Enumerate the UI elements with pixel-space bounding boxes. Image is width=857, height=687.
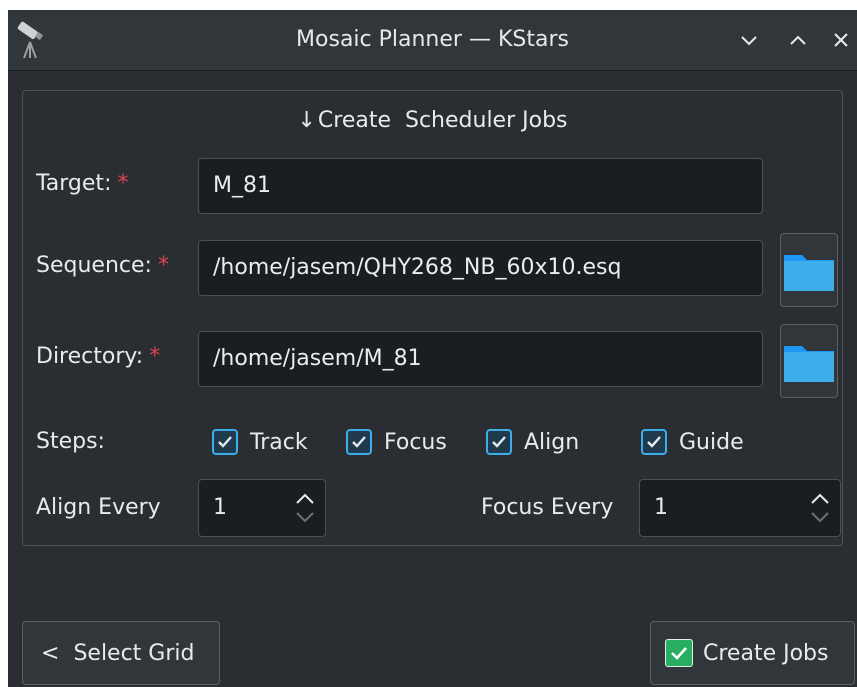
- step-guide-checkbox[interactable]: Guide: [641, 427, 744, 457]
- create-jobs-check-icon: [665, 639, 693, 667]
- checkmark-icon: [647, 436, 661, 448]
- checkmark-icon: [218, 436, 232, 448]
- close-icon: [834, 33, 848, 47]
- focus-every-spinbox[interactable]: 1: [639, 479, 841, 537]
- title-bar[interactable]: Mosaic Planner — KStars: [8, 10, 857, 71]
- step-track-checkbox[interactable]: Track: [212, 427, 308, 457]
- select-grid-button[interactable]: < Select Grid: [22, 621, 220, 685]
- target-label: Target: *: [36, 171, 128, 196]
- browse-directory-button[interactable]: [780, 324, 838, 398]
- window-title: Mosaic Planner — KStars: [296, 27, 569, 52]
- required-marker: *: [149, 344, 161, 369]
- sequence-label-text: Sequence:: [36, 253, 152, 278]
- checkbox-box[interactable]: [212, 429, 238, 455]
- step-track-label: Track: [250, 429, 308, 455]
- maximize-button[interactable]: [783, 25, 813, 55]
- scheduler-jobs-group: ↓Create Scheduler Jobs Target: * M_81 Seq…: [22, 90, 843, 546]
- arrow-down-icon: ↓: [297, 108, 316, 133]
- spin-arrows-icon[interactable]: [293, 488, 317, 528]
- chevron-left-icon: <: [41, 640, 60, 666]
- step-focus-label: Focus: [384, 429, 447, 455]
- close-button[interactable]: [828, 25, 854, 55]
- create-jobs-button[interactable]: Create Jobs: [650, 621, 855, 685]
- folder-icon: [784, 346, 834, 382]
- checkmark-icon: [352, 436, 366, 448]
- chevron-down-icon: [741, 36, 757, 46]
- browse-sequence-button[interactable]: [780, 233, 838, 307]
- sequence-field[interactable]: /home/jasem/QHY268_NB_60x10.esq: [198, 240, 763, 296]
- target-field[interactable]: M_81: [198, 158, 763, 214]
- focus-every-value: 1: [654, 495, 668, 520]
- align-every-value: 1: [213, 495, 227, 520]
- required-marker: *: [157, 253, 169, 278]
- checkbox-box[interactable]: [486, 429, 512, 455]
- directory-label: Directory: *: [36, 344, 160, 369]
- section-heading-text: Create Scheduler Jobs: [317, 108, 568, 133]
- mosaic-planner-window: Mosaic Planner — KStars ↓Create Schedule…: [8, 10, 857, 687]
- directory-field[interactable]: /home/jasem/M_81: [198, 331, 763, 387]
- select-grid-label: Select Grid: [73, 640, 195, 666]
- step-align-checkbox[interactable]: Align: [486, 427, 579, 457]
- steps-label: Steps:: [36, 429, 105, 454]
- folder-icon: [784, 255, 834, 291]
- align-every-spinbox[interactable]: 1: [198, 479, 326, 537]
- section-heading: ↓Create Scheduler Jobs: [23, 101, 842, 141]
- step-guide-label: Guide: [679, 429, 744, 455]
- sequence-label: Sequence: *: [36, 253, 169, 278]
- spin-arrows-icon[interactable]: [808, 488, 832, 528]
- align-every-label: Align Every: [36, 495, 161, 520]
- checkbox-box[interactable]: [346, 429, 372, 455]
- focus-every-label: Focus Every: [481, 495, 614, 520]
- minimize-button[interactable]: [734, 25, 764, 55]
- checkbox-box[interactable]: [641, 429, 667, 455]
- create-jobs-label: Create Jobs: [703, 640, 829, 666]
- target-label-text: Target:: [36, 171, 112, 196]
- required-marker: *: [117, 171, 129, 196]
- checkmark-icon: [492, 436, 506, 448]
- step-focus-checkbox[interactable]: Focus: [346, 427, 447, 457]
- chevron-up-icon: [790, 35, 806, 45]
- step-align-label: Align: [524, 429, 580, 455]
- directory-label-text: Directory:: [36, 344, 144, 369]
